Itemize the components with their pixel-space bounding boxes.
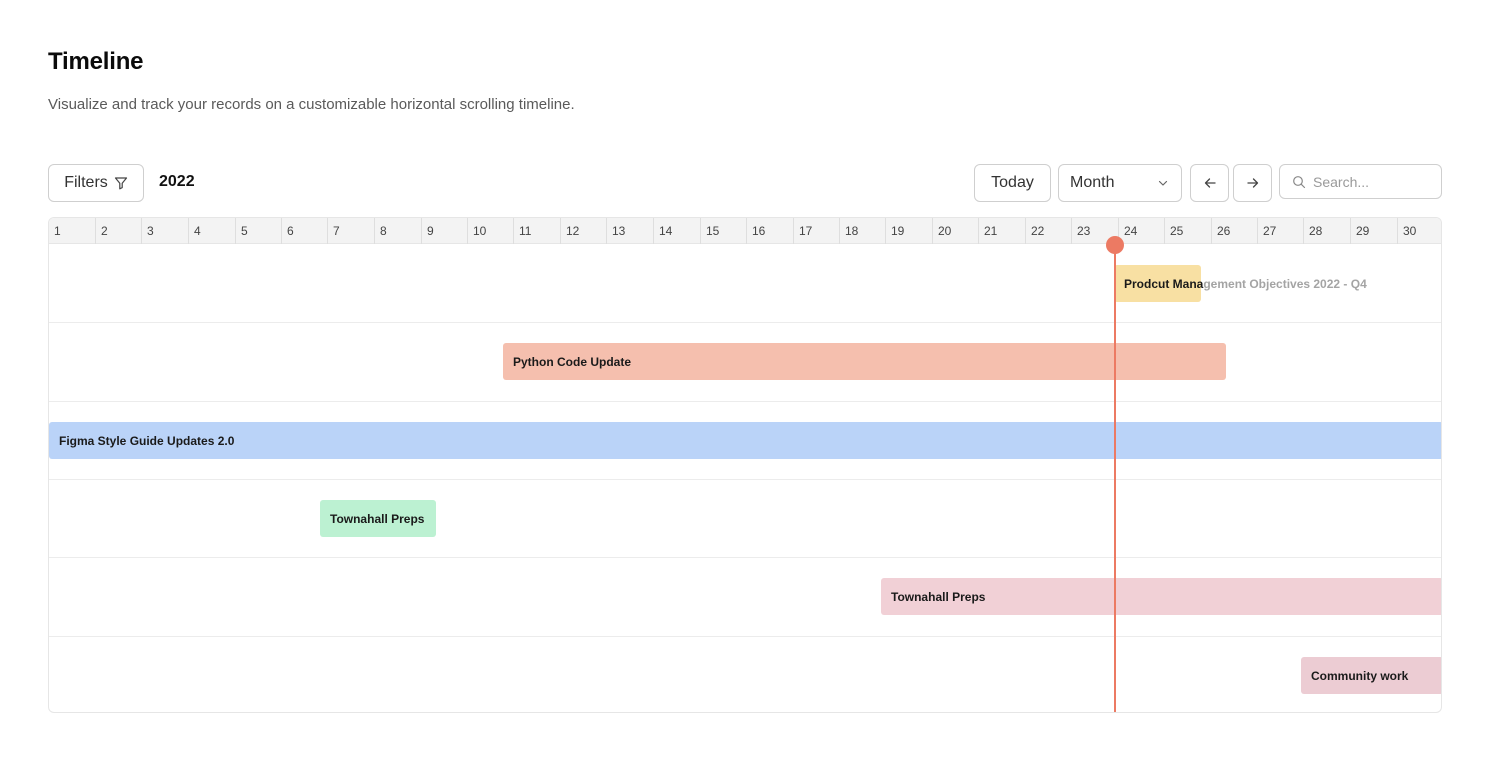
day-cell: 13	[606, 218, 653, 244]
day-cell: 26	[1211, 218, 1258, 244]
day-cell: 16	[746, 218, 793, 244]
chevron-down-icon	[1157, 177, 1169, 189]
row-divider	[49, 557, 1441, 558]
day-cell: 7	[327, 218, 374, 244]
year-label: 2022	[159, 173, 195, 190]
today-button[interactable]: Today	[974, 164, 1051, 202]
row-divider	[49, 322, 1441, 323]
day-cell: 30	[1397, 218, 1441, 244]
view-select[interactable]: Month	[1058, 164, 1182, 202]
timeline-record-bar[interactable]: Townahall Preps	[881, 578, 1441, 615]
day-cell: 19	[885, 218, 932, 244]
day-cell: 14	[653, 218, 700, 244]
timeline-grid[interactable]: 1 2 3 4 5 6 7 8 9 10 11 12 13 14 15 16 17 18 19 20 21 22 23 24 2…	[48, 217, 1442, 713]
search-box[interactable]	[1279, 164, 1442, 199]
record-label: Figma Style Guide Updates 2.0	[59, 433, 235, 448]
day-cell: 3	[141, 218, 188, 244]
record-label: Townahall Preps	[891, 589, 986, 604]
filters-button-label: Filters	[64, 174, 108, 191]
row-divider	[49, 479, 1441, 480]
timeline-record-bar[interactable]: Figma Style Guide Updates 2.0	[49, 422, 1441, 459]
today-indicator-line	[1114, 244, 1116, 712]
prev-button[interactable]	[1190, 164, 1229, 202]
day-cell: 18	[839, 218, 886, 244]
day-cell: 4	[188, 218, 235, 244]
record-label: Community work	[1311, 668, 1409, 683]
page-title: Timeline	[48, 48, 144, 75]
row-divider	[49, 636, 1441, 637]
day-cell: 22	[1025, 218, 1072, 244]
row-divider	[49, 401, 1441, 402]
arrow-right-icon	[1246, 176, 1260, 190]
day-cell: 5	[235, 218, 282, 244]
day-cell: 27	[1257, 218, 1304, 244]
page-subtitle: Visualize and track your records on a cu…	[48, 96, 575, 113]
timeline-record-bar[interactable]: Community work	[1301, 657, 1441, 694]
filters-button[interactable]: Filters	[48, 164, 144, 202]
timeline-record-bar[interactable]: Prodcut Mana gement Objectives 2022 - Q4	[1114, 265, 1367, 302]
view-select-value: Month	[1070, 174, 1115, 191]
day-header: 1 2 3 4 5 6 7 8 9 10 11 12 13 14 15 16 17 18 19 20 21 22 23 24 2…	[49, 218, 1441, 244]
day-cell: 25	[1164, 218, 1211, 244]
day-cell: 8	[374, 218, 421, 244]
day-cell: 12	[560, 218, 607, 244]
next-button[interactable]	[1233, 164, 1272, 202]
day-cell: 21	[978, 218, 1025, 244]
today-button-label: Today	[991, 174, 1034, 191]
arrow-left-icon	[1203, 176, 1217, 190]
record-label: Python Code Update	[513, 354, 632, 369]
day-cell: 10	[467, 218, 514, 244]
timeline-record-bar[interactable]: Townahall Preps	[320, 500, 436, 537]
filter-icon	[114, 176, 128, 190]
record-label: Prodcut Mana	[1124, 276, 1204, 291]
timeline-record-bar[interactable]: Python Code Update	[503, 343, 1226, 380]
day-cell: 17	[793, 218, 840, 244]
today-indicator-knob[interactable]	[1106, 236, 1124, 254]
search-icon	[1292, 175, 1306, 189]
day-cell: 9	[421, 218, 468, 244]
day-cell: 29	[1350, 218, 1397, 244]
day-cell: 28	[1303, 218, 1350, 244]
search-input[interactable]	[1313, 173, 1433, 190]
record-label-overflow: gement Objectives 2022 - Q4	[1203, 276, 1367, 291]
record-label: Townahall Preps	[330, 511, 425, 526]
day-cell: 2	[95, 218, 142, 244]
day-cell: 20	[932, 218, 979, 244]
day-cell: 24	[1118, 218, 1165, 244]
day-cell: 1	[54, 224, 61, 238]
day-cell: 15	[700, 218, 747, 244]
day-cell: 11	[513, 218, 560, 244]
day-cell: 6	[281, 218, 328, 244]
